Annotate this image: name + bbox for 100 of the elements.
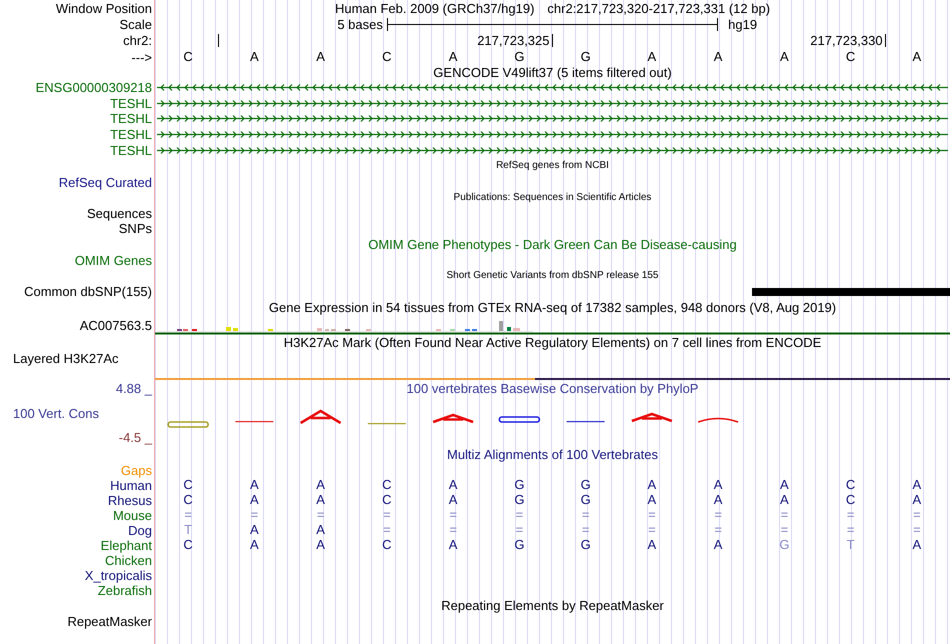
conservation-mark [299, 409, 342, 424]
expression-bar [465, 328, 470, 331]
alignment-base: T [846, 538, 855, 552]
base-letter: A [912, 50, 922, 64]
track-label: Sequences [86, 206, 152, 221]
alignment-base: = [714, 523, 722, 538]
base-letter: A [250, 50, 259, 64]
scale-label: Scale [119, 16, 152, 32]
alignment-base: G [514, 538, 524, 552]
gene-label: TESHL [110, 111, 152, 126]
alignment-base: A [448, 538, 458, 552]
alignment-base: A [714, 493, 722, 508]
species-label: Dog [128, 522, 152, 538]
conservation-mark [698, 418, 738, 423]
alignment-base: A [912, 478, 922, 492]
alignment-base: C [846, 493, 856, 508]
expression-bar [507, 326, 511, 331]
expression-bar [268, 328, 273, 331]
species-label: Human [110, 478, 152, 493]
alignment-base: C [382, 493, 392, 508]
alignment-base: = [516, 523, 524, 538]
expression-bar [317, 328, 322, 331]
alignment-base: A [912, 493, 922, 508]
alignment-base: = [383, 508, 391, 522]
alignment-base: G [580, 478, 591, 492]
conservation-mark [167, 421, 209, 428]
track-title: RefSeq genes from NCBI [496, 160, 609, 172]
expression-bar [366, 328, 371, 331]
assembly-title: Human Feb. 2009 (GRCh37/hg19) [334, 0, 534, 16]
expression-bar [226, 326, 231, 331]
track-label: OMIM Genes [74, 252, 152, 268]
track-title: Short Genetic Variants from dbSNP release 155 [446, 270, 658, 282]
track-label: Common dbSNP(155) [24, 284, 152, 300]
expression-bar [436, 328, 441, 331]
alignment-base: A [648, 493, 656, 508]
position-label: Window Position [56, 0, 152, 16]
alignment-base: = [582, 523, 590, 538]
track-label: RefSeq Curated [58, 174, 152, 190]
alignment-base: G [514, 493, 524, 508]
gene-label: ENSG00000309218 [36, 80, 152, 96]
alignment-base: A [250, 493, 259, 508]
base-letter: A [316, 50, 325, 64]
conservation-mark [630, 412, 674, 422]
base-letter: A [780, 50, 789, 64]
track-label: Layered H3K27Ac [13, 350, 119, 366]
species-label: Zebrafish [98, 582, 152, 598]
track-title: Multiz Alignments of 100 Vertebrates [446, 446, 658, 462]
alignment-base: = [714, 508, 722, 522]
gene-label: TESHL [110, 96, 152, 111]
alignment-base: A [316, 538, 325, 552]
expression-bar [499, 320, 503, 331]
ruler-tick [218, 34, 220, 47]
expression-bar [233, 328, 238, 331]
alignment-base: = [516, 508, 524, 522]
track-title: GENCODE V49lift37 (5 items filtered out) [433, 65, 672, 80]
expression-bar [450, 328, 455, 331]
track-title: Publications: Sequences in Scientific Articles [454, 192, 652, 204]
species-label: Elephant [100, 538, 152, 553]
alignment-base: A [648, 538, 656, 552]
alignment-base: C [183, 493, 193, 508]
alignment-base: = [184, 508, 192, 522]
track-title: H3K27Ac Mark (Often Found Near Active Regulatory Elements) on 7 cell lines from ENCODE [284, 335, 822, 350]
base-letter: C [846, 50, 856, 64]
alignment-base: = [846, 523, 854, 538]
base-letter: A [714, 50, 722, 64]
scale-assembly: hg19 [728, 16, 758, 32]
alignment-base: = [383, 523, 391, 538]
alignment-base: A [316, 523, 325, 538]
expression-bar [513, 328, 520, 331]
alignment-base: = [648, 523, 656, 538]
alignment-base: A [448, 478, 458, 492]
track-title: Gene Expression in 54 tissues from GTEx RNA-seq of 17382 samples, 948 donors (V8, Aug 2019) [268, 300, 836, 316]
axis-label: -4.5 _ [118, 430, 152, 446]
expression-bar [325, 328, 329, 331]
base-letter: A [448, 50, 458, 64]
axis-label: 4.88 _ [116, 381, 152, 396]
alignment-base: = [913, 508, 921, 522]
track-label: RepeatMasker [67, 614, 152, 629]
position-range: chr2:217,723,320-217,723,331 (12 bp) [547, 0, 770, 16]
alignment-base: = [316, 508, 324, 522]
base-letter: G [580, 50, 591, 64]
conservation-mark [368, 422, 406, 424]
alignment-base: T [184, 523, 192, 538]
gene-label: TESHL [110, 127, 152, 142]
alignment-base: = [648, 508, 656, 522]
gene-label: TESHL [110, 142, 152, 158]
alignment-base: C [382, 478, 392, 492]
alignment-base: G [580, 493, 591, 508]
conservation-mark [566, 420, 605, 422]
alignment-base: A [316, 478, 325, 492]
conservation-mark [498, 416, 540, 423]
alignment-base: A [780, 493, 789, 508]
ruler-position: 217,723,330 [810, 34, 883, 48]
alignment-base: C [846, 478, 856, 492]
scale-length: 5 bases [337, 16, 383, 32]
alignment-base: = [449, 508, 457, 522]
alignment-base: = [846, 508, 854, 522]
alignment-base: = [780, 508, 788, 522]
alignment-base: G [779, 538, 790, 552]
track-label: SNPs [118, 220, 152, 236]
